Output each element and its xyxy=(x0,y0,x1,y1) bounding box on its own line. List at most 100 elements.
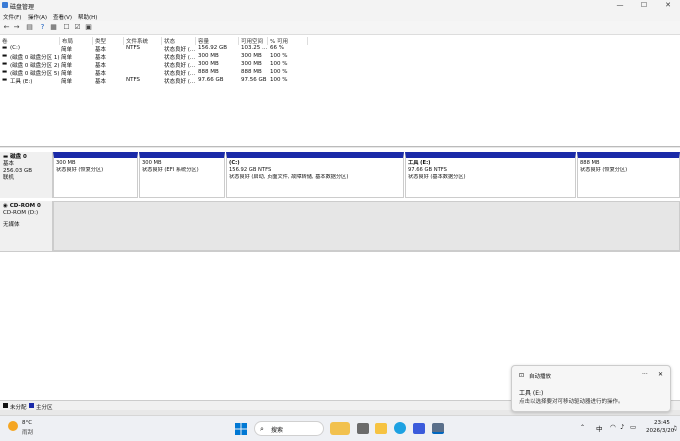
col-percent-free[interactable]: % 可用 xyxy=(268,37,308,45)
cell-layout: 简单 xyxy=(61,47,73,53)
disk-management-taskbar-icon[interactable] xyxy=(432,423,444,434)
task-view-icon[interactable] xyxy=(357,423,369,434)
weather-icon[interactable] xyxy=(8,421,18,431)
widget-icon[interactable] xyxy=(330,422,350,435)
col-free-space[interactable]: 可用空间 xyxy=(239,37,268,45)
disk-0-label[interactable]: ▬ 磁盘 0 基本 256.03 GB 联机 xyxy=(0,152,53,198)
primary-swatch xyxy=(29,403,34,408)
cell-type: 基本 xyxy=(95,55,107,61)
back-arrow-icon[interactable]: ← xyxy=(2,23,11,32)
cdrom-type: CD-ROM (D:) xyxy=(3,210,39,216)
col-capacity[interactable]: 容量 xyxy=(196,37,239,45)
col-volume[interactable]: 卷 xyxy=(0,37,60,45)
cdrom-status: 无媒体 xyxy=(3,222,20,228)
forward-arrow-icon[interactable]: → xyxy=(12,23,21,32)
weather-temp[interactable]: 8°C xyxy=(22,420,32,426)
disk-0-size: 256.03 GB xyxy=(3,168,33,174)
cell-status: 状态良好 (... xyxy=(164,55,196,61)
toolbar: ← → ▤ ? ▦ ☐ ☑ ▣ xyxy=(0,21,680,35)
partition-size: 97.66 GB NTFS xyxy=(408,167,447,173)
battery-icon[interactable]: ▭ xyxy=(630,423,636,431)
partition-recovery-5[interactable]: 888 MB 状态良好 (恢复分区) xyxy=(577,152,680,198)
file-explorer-icon[interactable] xyxy=(375,423,387,434)
cell-status: 状态良好 (... xyxy=(164,47,196,53)
legend-primary: 主分区 xyxy=(36,405,53,411)
cell-volume: (磁盘 0 磁盘分区 1) xyxy=(10,55,60,61)
ime-indicator[interactable]: 中 xyxy=(596,423,603,433)
cell-free-space: 97.56 GB xyxy=(241,77,267,83)
autoplay-notification[interactable]: ⊡ 自动播放 ··· ✕ 工具 (E:) 点击以选择要对可移动驱动器进行的操作。 xyxy=(511,365,671,412)
cdrom-0-label[interactable]: ◉ CD-ROM 0 CD-ROM (D:) 无媒体 xyxy=(0,201,53,251)
menu-view[interactable]: 查看(V) xyxy=(53,13,72,21)
edge-icon[interactable] xyxy=(394,422,406,434)
cell-capacity: 97.66 GB xyxy=(198,77,224,83)
maximize-button[interactable]: ☐ xyxy=(636,0,652,11)
cell-percent-free: 100 % xyxy=(270,69,288,75)
unallocated-swatch xyxy=(3,403,8,408)
windows-start-icon[interactable] xyxy=(235,423,247,435)
cell-percent-free: 100 % xyxy=(270,53,288,59)
cdrom-icon: ◉ xyxy=(3,203,10,209)
wifi-icon[interactable]: ◠ xyxy=(610,423,616,431)
partition-status: 状态良好 (EFI 系统分区) xyxy=(142,167,199,173)
cell-layout: 简单 xyxy=(61,79,73,85)
col-type[interactable]: 类型 xyxy=(93,37,124,45)
cell-layout: 简单 xyxy=(61,63,73,69)
disk-0-type: 基本 xyxy=(3,161,15,167)
autoplay-icon: ⊡ xyxy=(519,372,525,379)
volume-drive-icon: ▬ xyxy=(2,61,8,67)
checklist-icon[interactable]: ☑ xyxy=(73,23,82,32)
cell-capacity: 300 MB xyxy=(198,53,219,59)
cell-type: 基本 xyxy=(95,79,107,85)
clock-time[interactable]: 23:45 xyxy=(654,420,670,426)
disk-0-name: 磁盘 0 xyxy=(10,154,27,160)
partition-e[interactable]: 工具 (E:) 97.66 GB NTFS 状态良好 (基本数据分区) xyxy=(405,152,576,198)
partition-c[interactable]: (C:) 156.92 GB NTFS 状态良好 (启动, 页面文件, 故障转储… xyxy=(226,152,404,198)
table-row[interactable]: ▬ (C:) 简单 基本 NTFS 状态良好 (... 156.92 GB 10… xyxy=(0,45,680,53)
col-status[interactable]: 状态 xyxy=(162,37,196,45)
cell-volume: 工具 (E:) xyxy=(10,79,33,85)
help-icon[interactable]: ? xyxy=(38,23,47,32)
properties-icon[interactable]: ▦ xyxy=(49,23,58,32)
cell-type: 基本 xyxy=(95,63,107,69)
col-filesystem[interactable]: 文件系统 xyxy=(124,37,162,45)
clock-date[interactable]: 2026/3/20 xyxy=(646,428,674,434)
divider xyxy=(0,251,680,252)
volume-icon[interactable]: ♪ xyxy=(620,423,624,431)
cell-status: 状态良好 (... xyxy=(164,79,196,85)
cell-type: 基本 xyxy=(95,47,107,53)
menu-help[interactable]: 帮助(H) xyxy=(78,13,97,21)
toast-close-button[interactable]: ✕ xyxy=(658,371,663,378)
list-view-icon[interactable]: ▤ xyxy=(25,23,34,32)
table-row[interactable]: ▬ (磁盘 0 磁盘分区 2) 简单 基本 状态良好 (... 300 MB 3… xyxy=(0,61,680,69)
toast-more-button[interactable]: ··· xyxy=(642,371,648,378)
close-button[interactable]: ✕ xyxy=(660,0,676,11)
table-row[interactable]: ▬ (磁盘 0 磁盘分区 1) 简单 基本 状态良好 (... 300 MB 3… xyxy=(0,53,680,61)
table-row[interactable]: ▬ (磁盘 0 磁盘分区 5) 简单 基本 状态良好 (... 888 MB 8… xyxy=(0,69,680,77)
notification-bell-icon[interactable]: ♫ xyxy=(672,425,677,432)
store-icon[interactable] xyxy=(413,423,425,434)
cdrom-empty-area[interactable] xyxy=(53,201,680,251)
tray-chevron-icon[interactable]: ⌃ xyxy=(580,424,585,431)
format-icon[interactable]: ▣ xyxy=(84,23,93,32)
partition-efi[interactable]: 300 MB 状态良好 (EFI 系统分区) xyxy=(139,152,225,198)
taskbar: 8°C 雨刮 ⌕ 搜索 ⌃ 中 ◠ ♪ ▭ 23:45 2026/3/20 ♫ xyxy=(0,415,680,441)
cell-filesystem: NTFS xyxy=(126,77,141,83)
title-bar: 磁盘管理 — ☐ ✕ xyxy=(0,0,680,11)
cell-capacity: 300 MB xyxy=(198,61,219,67)
partition-recovery-1[interactable]: 300 MB 状态良好 (恢复分区) xyxy=(53,152,138,198)
menu-action[interactable]: 操作(A) xyxy=(28,13,47,21)
partition-status: 状态良好 (恢复分区) xyxy=(56,167,104,173)
taskbar-search[interactable]: ⌕ 搜索 xyxy=(254,421,324,436)
weather-desc[interactable]: 雨刮 xyxy=(22,428,33,436)
partition-title: 工具 (E:) xyxy=(408,160,431,166)
disk-mgmt-app-icon xyxy=(2,2,8,8)
col-layout[interactable]: 布局 xyxy=(60,37,93,45)
volume-drive-icon: ▬ xyxy=(2,53,8,59)
minimize-button[interactable]: — xyxy=(612,0,628,11)
partition-size: 888 MB xyxy=(580,160,600,166)
menu-file[interactable]: 文件(F) xyxy=(3,13,21,21)
cdrom-name: CD-ROM 0 xyxy=(9,203,41,209)
refresh-icon[interactable]: ☐ xyxy=(62,23,71,32)
table-row[interactable]: ▬ 工具 (E:) 简单 基本 NTFS 状态良好 (... 97.66 GB … xyxy=(0,77,680,85)
